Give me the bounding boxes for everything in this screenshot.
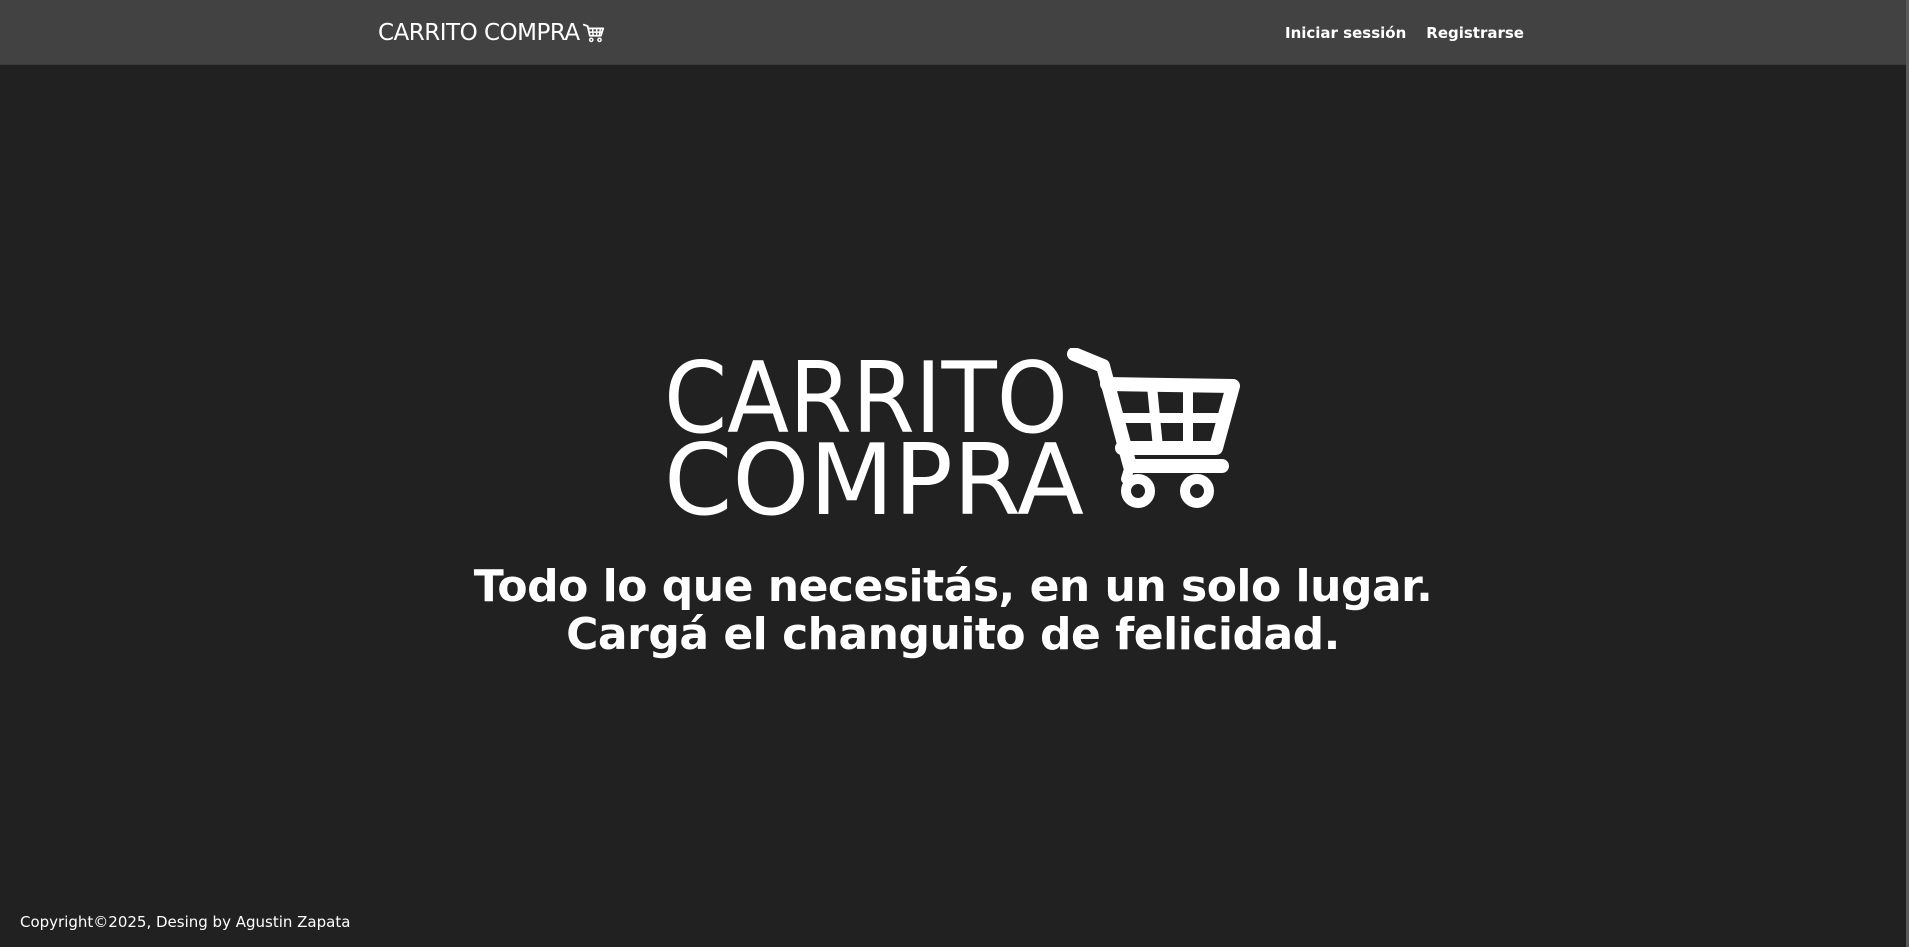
tagline-line-1: Todo lo que necesitás, en un solo lugar.	[473, 561, 1433, 612]
brand-link[interactable]: CARRITO COMPRA	[378, 18, 605, 48]
nav-links: Iniciar sessión Registrarse	[1285, 22, 1524, 44]
top-navbar: CARRITO COMPRA Iniciar sessión Registrar…	[0, 0, 1906, 65]
brand-text: CARRITO COMPRA	[378, 20, 580, 46]
shopping-cart-icon	[582, 23, 604, 43]
tagline-line-2: Cargá el changuito de felicidad.	[566, 609, 1340, 660]
footer-copyright: Copyright©2025, Desing by Agustin Zapata	[20, 913, 351, 931]
register-link[interactable]: Registrarse	[1426, 22, 1524, 44]
shopping-cart-icon	[1067, 348, 1240, 508]
hero-logo-line2: COMPRA	[664, 424, 1084, 518]
hero-tagline: Todo lo que necesitás, en un solo lugar.…	[0, 563, 1906, 659]
login-link[interactable]: Iniciar sessión	[1285, 22, 1406, 44]
hero-logo: CARRITO COMPRA	[664, 348, 1240, 518]
